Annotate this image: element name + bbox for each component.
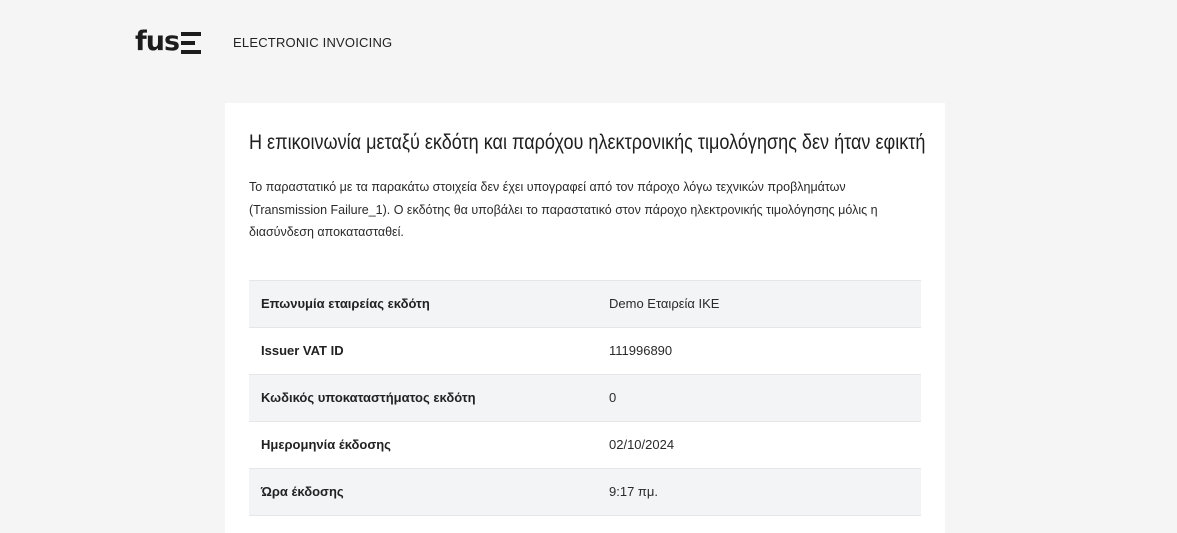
table-row: Issuer VAT ID 111996890 (249, 328, 921, 375)
table-row: Επωνυμία εταιρείας εκδότη Demo Εταιρεία … (249, 280, 921, 328)
table-row: Ώρα έκδοσης 9:17 πμ. (249, 468, 921, 516)
card-description: Το παραστατικό με τα παρακάτω στοιχεία δ… (249, 180, 878, 239)
row-label: Ώρα έκδοσης (261, 484, 344, 499)
page-header: fus ELECTRONIC INVOICING (135, 28, 392, 56)
card-title: Η επικοινωνία μεταξύ εκδότη και παρόχου … (249, 131, 926, 154)
details-table: Επωνυμία εταιρείας εκδότη Demo Εταιρεία … (249, 279, 921, 516)
row-value: 9:17 πμ. (609, 484, 658, 499)
logo-text: fus (135, 26, 180, 57)
header-subtitle: ELECTRONIC INVOICING (233, 34, 393, 50)
table-row: Ημερομηνία έκδοσης 02/10/2024 (249, 422, 921, 469)
row-value: 0 (609, 390, 617, 405)
row-value: 02/10/2024 (609, 437, 675, 452)
status-card: Η επικοινωνία μεταξύ εκδότη και παρόχου … (225, 103, 945, 533)
row-label: Ημερομηνία έκδοσης (261, 437, 391, 452)
table-row: Κωδικός υποκαταστήματος εκδότη 0 (249, 374, 921, 422)
row-value: Demo Εταιρεία ΙΚΕ (609, 296, 720, 311)
row-label: Κωδικός υποκαταστήματος εκδότη (261, 390, 476, 405)
row-value: 111996890 (609, 343, 673, 358)
row-label: Issuer VAT ID (261, 343, 344, 358)
logo-e-mark-icon (181, 32, 202, 54)
row-label: Επωνυμία εταιρείας εκδότη (261, 296, 430, 311)
fuse-logo: fus (135, 26, 202, 57)
